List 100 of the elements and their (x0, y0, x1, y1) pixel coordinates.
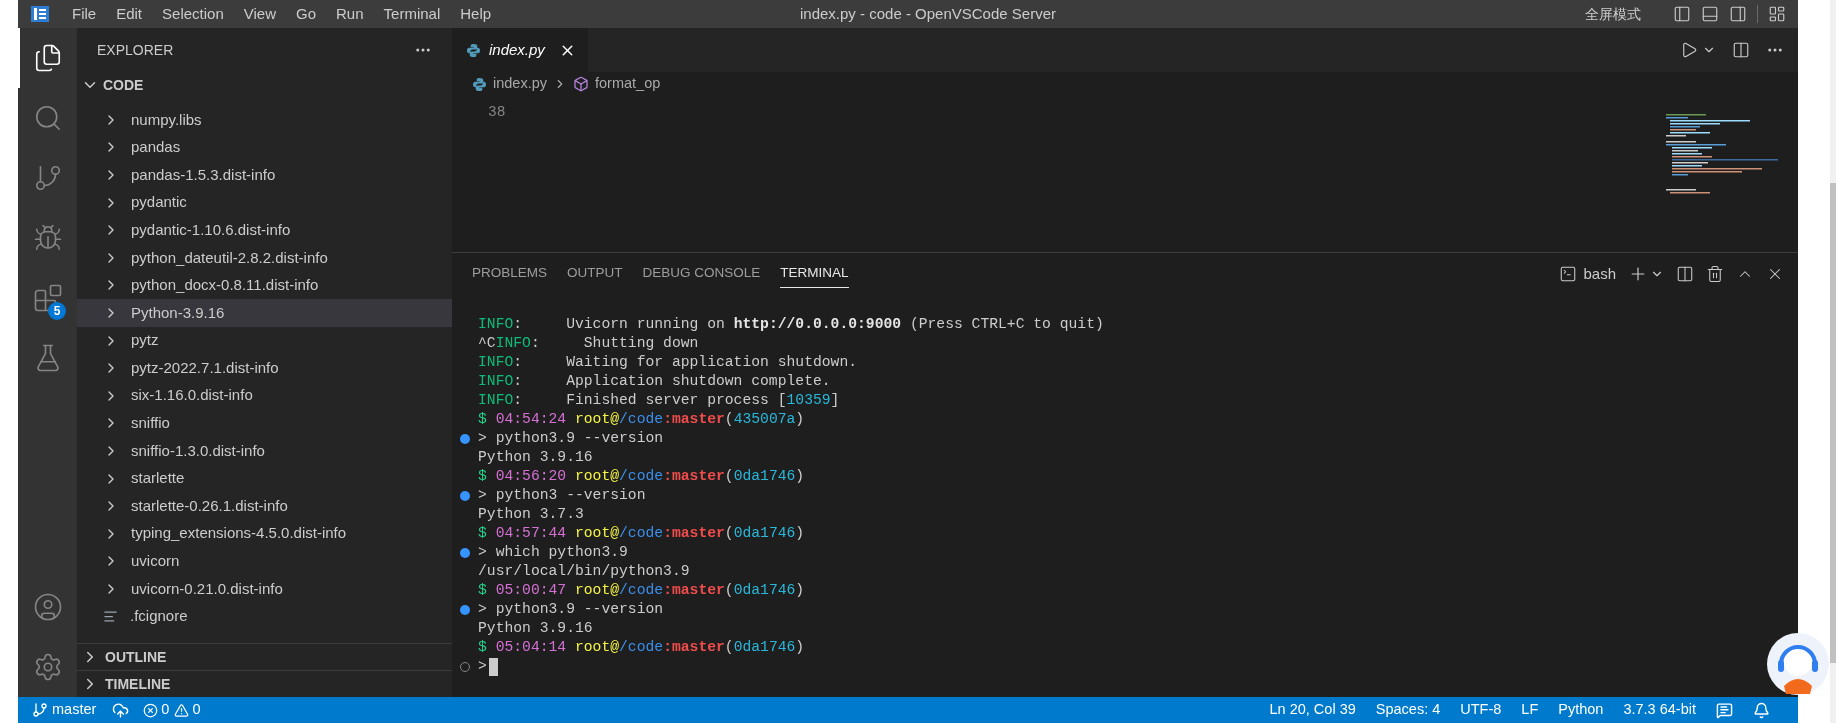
terminal-line: INFO: Waiting for application shutdown. (478, 353, 857, 372)
warning-count[interactable]: 0 (192, 699, 201, 721)
error-count[interactable]: 0 (161, 699, 170, 721)
python-icon (472, 76, 487, 92)
terminal-line: $ 05:04:14 root@/code:master(0da1746) (478, 638, 805, 657)
tree-item[interactable]: six-1.16.0.dist-info (77, 381, 452, 410)
layout-icon[interactable] (1768, 5, 1786, 23)
account-icon[interactable] (32, 592, 63, 622)
active-indicator (18, 28, 20, 88)
status-item[interactable]: LF (1521, 699, 1539, 721)
tree-item[interactable]: Python-3.9.16 (77, 299, 452, 327)
terminal-line: > (478, 657, 487, 676)
menu-item[interactable]: Edit (106, 2, 153, 26)
tree-item[interactable]: sniffio (77, 409, 452, 438)
menu-item[interactable]: Selection (152, 2, 234, 26)
terminal-line: $ 04:54:24 root@/code:master(435007a) (478, 410, 805, 429)
section-header[interactable]: OUTLINE (77, 643, 452, 670)
bell-icon[interactable] (1753, 701, 1770, 719)
branch-icon[interactable] (32, 702, 48, 718)
tree-item[interactable]: python_dateutil-2.8.2.dist-info (77, 243, 452, 272)
extensions-badge: 5 (48, 302, 66, 320)
terminal-line: INFO: Uvicorn running on http://0.0.0.0:9000 (Press CTRL+C to quit) (478, 315, 1104, 334)
tree-item[interactable]: pydantic (77, 188, 452, 217)
tree-item[interactable]: pytz (77, 326, 452, 355)
terminal-line: > python3.9 --version (478, 600, 664, 619)
line-number: 38 (488, 103, 506, 122)
warning-icon[interactable] (174, 702, 190, 718)
terminal-line: Python 3.9.16 (478, 619, 593, 638)
terminal-line: $ 05:00:47 root@/code:master(0da1746) (478, 581, 805, 600)
tree-item[interactable]: typing_extensions-4.5.0.dist-info (77, 519, 452, 548)
run-icon[interactable] (1680, 41, 1698, 59)
tree-item[interactable]: starlette (77, 464, 452, 493)
terminal-line: Python 3.7.3 (478, 505, 584, 524)
menu-item[interactable]: Help (450, 2, 502, 26)
terminal-line: > python3.9 --version (478, 429, 664, 448)
tree-item[interactable]: starlette-0.26.1.dist-info (77, 492, 452, 520)
status-item[interactable]: 3.7.3 64-bit (1623, 699, 1696, 721)
fullscreen-button[interactable]: 全屏模式 (1585, 3, 1641, 25)
python-icon (466, 42, 481, 58)
panel-tab[interactable]: DEBUG CONSOLE (642, 260, 761, 288)
trash-icon[interactable] (1706, 265, 1724, 283)
tree-item[interactable]: pandas (77, 133, 452, 162)
panel-right-icon[interactable] (1729, 5, 1747, 23)
terminal-cursor (488, 657, 498, 676)
menu-item[interactable]: File (62, 2, 107, 26)
section-header[interactable]: CODE (77, 72, 452, 98)
tree-item[interactable]: pytz-2022.7.1.dist-info (77, 354, 452, 382)
menu-item[interactable]: Run (326, 2, 374, 26)
tree-item[interactable]: numpy.libs (77, 106, 452, 134)
terminal-line: > which python3.9 (478, 543, 628, 562)
terminal-line: $ 04:56:20 root@/code:master(0da1746) (478, 467, 805, 486)
error-icon[interactable] (143, 702, 159, 718)
sidebar-title: EXPLORER (97, 40, 174, 60)
panel-left-icon[interactable] (1673, 5, 1691, 23)
panel-bottom-icon[interactable] (1701, 5, 1719, 23)
panel-tab[interactable]: OUTPUT (567, 260, 623, 288)
tree-item[interactable]: .fcignore (77, 602, 452, 631)
status-item[interactable]: Python (1558, 699, 1604, 721)
tree-item[interactable]: python_docx-0.8.11.dist-info (77, 271, 452, 300)
status-item[interactable]: Ln 20, Col 39 (1269, 699, 1356, 721)
sync-icon[interactable] (112, 701, 130, 719)
tree-item[interactable]: pydantic-1.10.6.dist-info (77, 216, 452, 244)
terminal-icon[interactable] (1559, 265, 1578, 283)
app-logo-icon (30, 4, 50, 24)
panel-tab[interactable]: PROBLEMS (472, 260, 548, 288)
tree-item[interactable]: sniffio-1.3.0.dist-info (77, 437, 452, 465)
panel-tab[interactable]: TERMINAL (780, 260, 849, 288)
editor-tab[interactable]: index.py (452, 28, 588, 72)
tree-item[interactable]: pandas-1.5.3.dist-info (77, 161, 452, 189)
tree-item[interactable]: uvicorn-0.21.0.dist-info (77, 575, 452, 603)
command-success-icon[interactable] (460, 433, 470, 444)
extensions-icon[interactable] (32, 283, 63, 313)
menu-item[interactable]: View (233, 2, 286, 26)
run-debug-icon[interactable] (32, 223, 63, 253)
terminal-line: INFO: Finished server process [10359] (478, 391, 840, 410)
breadcrumb-item[interactable]: format_op (595, 73, 661, 95)
terminal-line: ^CINFO: Shutting down (478, 334, 699, 353)
cube-icon (573, 76, 589, 92)
terminal-selector[interactable]: bash (1583, 262, 1616, 286)
terminal-line: INFO: Application shutdown complete. (478, 372, 831, 391)
command-success-icon[interactable] (460, 490, 470, 501)
terminal-line: $ 04:57:44 root@/code:master(0da1746) (478, 524, 805, 543)
window-title: index.py - code - OpenVSCode Server (800, 3, 1056, 24)
terminal-line: Python 3.9.16 (478, 448, 593, 467)
menu-item[interactable]: Terminal (373, 2, 451, 26)
branch-status[interactable]: master (52, 699, 97, 721)
status-item[interactable]: UTF-8 (1460, 699, 1502, 721)
page-scrollbar[interactable] (1830, 0, 1836, 723)
feedback-icon[interactable] (1716, 701, 1733, 719)
split-editor-icon[interactable] (1732, 41, 1750, 59)
tree-item[interactable]: uvicorn (77, 547, 452, 576)
file-lines-icon (103, 609, 118, 624)
assistant-mascot-icon[interactable] (1766, 632, 1830, 696)
terminal-line: > python3 --version (478, 486, 646, 505)
menu-item[interactable]: Go (286, 2, 326, 26)
status-item[interactable]: Spaces: 4 (1375, 699, 1441, 721)
command-success-icon[interactable] (460, 547, 470, 558)
split-terminal-icon[interactable] (1676, 265, 1694, 283)
command-success-icon[interactable] (460, 604, 470, 615)
breadcrumb-item[interactable]: index.py (493, 73, 547, 95)
